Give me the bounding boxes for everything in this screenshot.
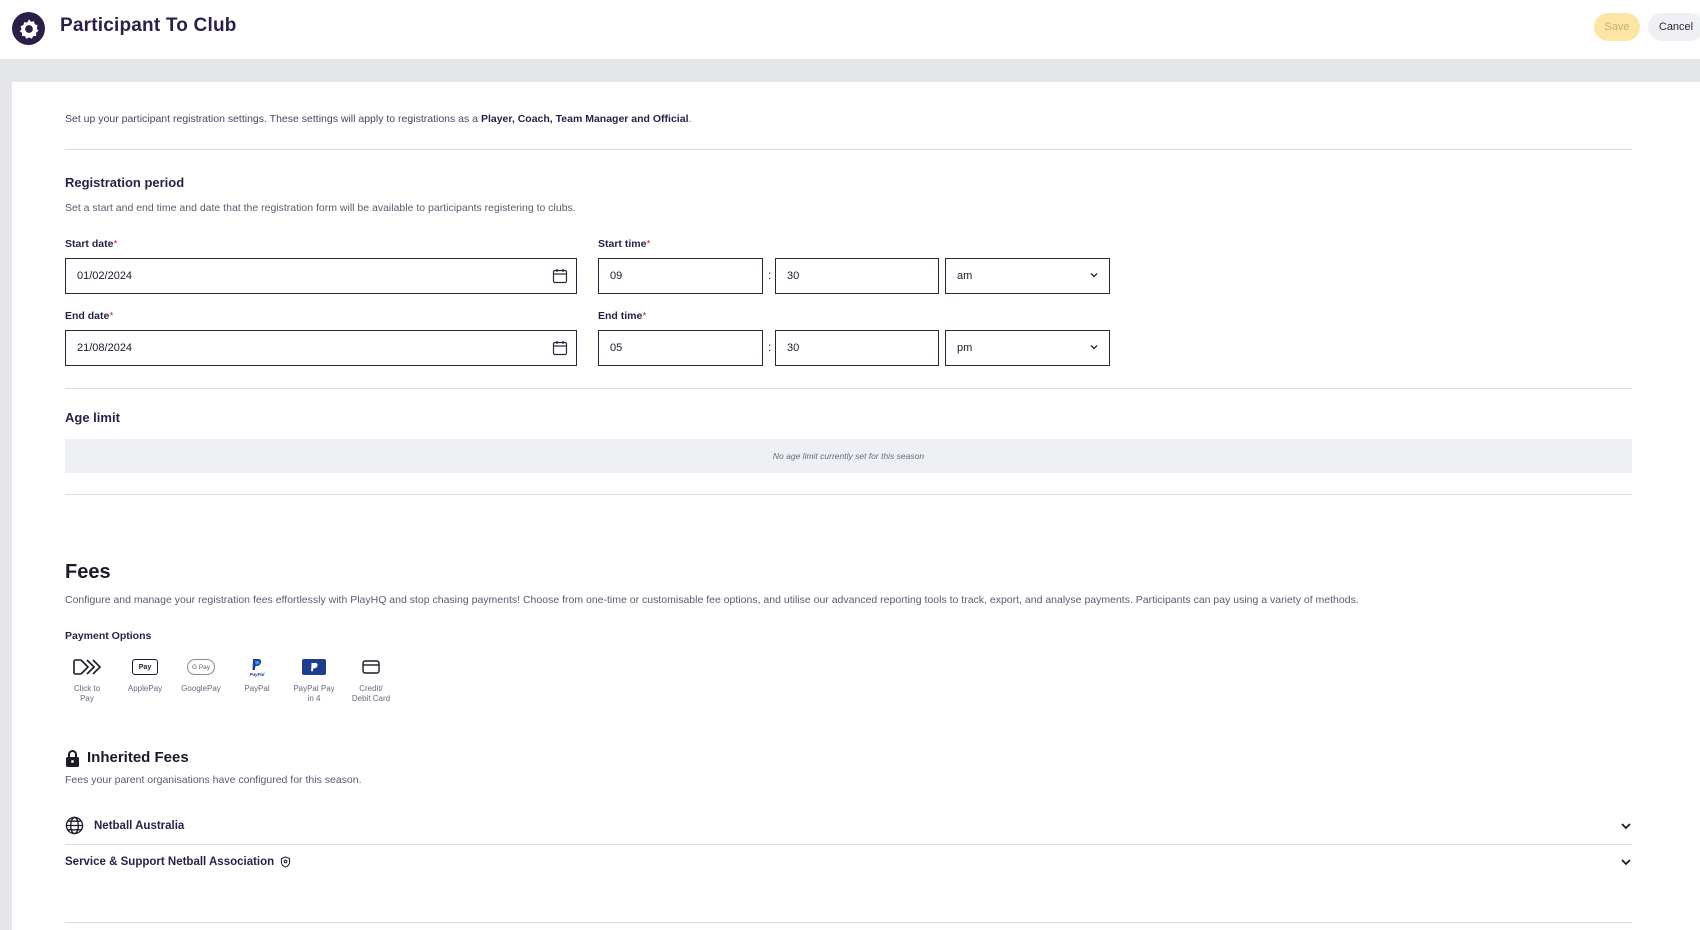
calendar-icon[interactable] (552, 268, 568, 284)
gear-logo-icon (12, 12, 45, 45)
shield-icon (281, 855, 291, 868)
paypal-pay-in-4-icon (302, 659, 326, 675)
googlepay-icon: G Pay (187, 659, 215, 675)
paypal-icon: PayPal (249, 658, 265, 677)
end-time-label: End time* (598, 310, 646, 322)
divider (65, 494, 1632, 495)
start-time-label-text: Start time (598, 238, 647, 250)
top-bar: Participant To Club Save Cancel (0, 0, 1700, 60)
required-marker: * (642, 310, 647, 322)
start-minute-input[interactable]: 30 (775, 258, 939, 294)
end-hour-input[interactable]: 05 (598, 330, 763, 366)
inherited-fees-description: Fees your parent organisations have conf… (65, 774, 362, 786)
payment-option-click-to-pay: Click to Pay (63, 656, 111, 704)
start-minute-value: 30 (787, 270, 800, 282)
credit-card-icon (362, 660, 380, 674)
save-button[interactable]: Save (1594, 13, 1640, 41)
payment-option-paypal: PayPal PayPal (233, 656, 281, 694)
divider (65, 149, 1632, 150)
end-meridiem-value: pm (957, 342, 973, 354)
accordion-netball-australia[interactable]: Netball Australia (65, 808, 1632, 843)
required-marker: * (646, 238, 651, 250)
time-separator: : (768, 268, 772, 282)
intro-text-end: . (688, 113, 692, 125)
payment-option-label: Pay (80, 694, 94, 703)
start-hour-input[interactable]: 09 (598, 258, 763, 294)
chevron-down-icon[interactable] (1620, 820, 1632, 832)
googlepay-badge-text: G Pay (191, 663, 211, 671)
inherited-fees-title: Inherited Fees (87, 749, 189, 766)
click-to-pay-icon (73, 659, 102, 675)
settings-panel: Set up your participant registration set… (12, 82, 1700, 930)
start-hour-value: 09 (610, 270, 623, 282)
start-date-value: 01/02/2024 (77, 270, 133, 282)
payment-option-label: Debit Card (351, 694, 391, 703)
chevron-down-icon (1090, 345, 1098, 350)
applepay-icon: Pay (132, 659, 158, 675)
payment-option-label: GooglePay (181, 684, 221, 693)
payment-option-googlepay: G Pay GooglePay (177, 656, 225, 694)
end-minute-input[interactable]: 30 (775, 330, 939, 366)
payment-option-credit-debit-card: Credit/ Debit Card (347, 656, 395, 704)
age-limit-empty-state: No age limit currently set for this seas… (65, 439, 1632, 473)
calendar-icon[interactable] (552, 340, 568, 356)
end-date-label-text: End date (65, 310, 110, 322)
paypal-p-glyph (252, 658, 262, 670)
chevron-down-icon (1090, 273, 1098, 278)
payment-option-applepay: Pay ApplePay (121, 656, 169, 694)
intro-text: Set up your participant registration set… (65, 113, 691, 125)
payment-option-label: ApplePay (127, 684, 163, 693)
end-date-value: 21/08/2024 (77, 342, 133, 354)
payment-option-label: Click to (73, 684, 101, 693)
intro-roles: Player, Coach, Team Manager and Official (480, 113, 689, 125)
page-title: Participant To Club (60, 15, 237, 36)
start-meridiem-value: am (957, 270, 973, 282)
lock-icon (66, 750, 79, 767)
required-marker: * (109, 310, 114, 322)
end-date-input[interactable]: 21/08/2024 (65, 330, 577, 366)
paypal-p-glyph (310, 662, 318, 671)
age-limit-title: Age limit (65, 410, 120, 425)
registration-period-description: Set a start and end time and date that t… (65, 202, 576, 214)
end-time-label-text: End time (598, 310, 643, 322)
accordion-service-support-netball-association[interactable]: Service & Support Netball Association (65, 844, 1632, 879)
globe-icon (65, 816, 84, 835)
divider (65, 388, 1632, 389)
required-marker: * (113, 238, 118, 250)
registration-period-title: Registration period (65, 175, 185, 190)
fees-title: Fees (65, 561, 111, 583)
end-date-label: End date* (65, 310, 113, 322)
intro-text-start: Set up your participant registration set… (65, 113, 481, 125)
paypal-wordmark: PayPal (249, 671, 265, 677)
age-limit-empty-text: No age limit currently set for this seas… (772, 451, 925, 461)
chevron-down-icon[interactable] (1620, 856, 1632, 868)
start-date-label-text: Start date (65, 238, 114, 250)
start-time-label: Start time* (598, 238, 651, 250)
organisation-name: Service & Support Netball Association (65, 855, 275, 868)
payment-options-label: Payment Options (65, 630, 152, 642)
fees-description: Configure and manage your registration f… (65, 594, 1359, 606)
organisation-name: Netball Australia (94, 819, 185, 832)
payment-option-label: Credit/ (359, 684, 383, 693)
payment-option-paypal-pay-in-4: PayPal Pay in 4 (290, 656, 338, 704)
payment-option-label: PayPal (244, 684, 270, 693)
end-meridiem-select[interactable]: pm (945, 330, 1110, 366)
payment-option-label: in 4 (307, 694, 321, 703)
cancel-button[interactable]: Cancel (1648, 13, 1700, 41)
divider (65, 922, 1632, 923)
end-hour-value: 05 (610, 342, 623, 354)
start-meridiem-select[interactable]: am (945, 258, 1110, 294)
start-date-label: Start date* (65, 238, 118, 250)
start-date-input[interactable]: 01/02/2024 (65, 258, 577, 294)
end-minute-value: 30 (787, 342, 800, 354)
payment-option-label: PayPal Pay (293, 684, 335, 693)
time-separator: : (768, 340, 772, 354)
applepay-badge-text: Pay (138, 663, 152, 671)
